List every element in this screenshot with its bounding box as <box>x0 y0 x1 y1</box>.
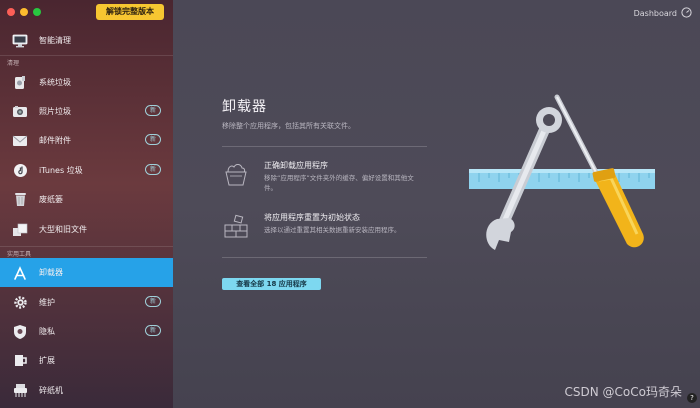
app-store-icon <box>12 265 28 281</box>
feature-title: 将应用程序重置为初始状态 <box>264 213 360 222</box>
sidebar-item-label: 废纸篓 <box>39 195 63 204</box>
new-badge: 新 <box>145 105 161 116</box>
system-junk-icon <box>12 75 28 91</box>
sidebar-item-shredder[interactable]: 碎纸机 <box>0 376 173 405</box>
mail-icon <box>12 133 28 149</box>
gear-icon <box>12 295 28 311</box>
sidebar-item-label: 邮件附件 <box>39 136 71 145</box>
photo-junk-icon <box>12 104 28 120</box>
sidebar-item-label: iTunes 垃圾 <box>39 166 83 175</box>
dashboard-link[interactable]: Dashboard <box>634 7 692 20</box>
music-note-icon <box>12 163 28 179</box>
new-badge: 新 <box>145 134 161 145</box>
zoom-button[interactable] <box>33 8 41 16</box>
divider <box>222 146 427 147</box>
sidebar-item-label: 智能清理 <box>39 36 71 45</box>
sidebar-item-large-old-files[interactable]: 大型和旧文件 <box>0 215 173 244</box>
feature-reset: 将应用程序重置为初始状态 选择以通过重置其相关数据重新安装应用程序。 <box>222 212 432 246</box>
page-subtitle: 移除整个应用程序，包括其所有关联文件。 <box>222 122 355 130</box>
page-title: 卸载器 <box>222 99 267 115</box>
feature-description: 选择以通过重置其相关数据重新安装应用程序。 <box>264 226 401 234</box>
sidebar-item-photo-junk[interactable]: 照片垃圾 新 <box>0 97 173 126</box>
sidebar-item-itunes-junk[interactable]: iTunes 垃圾 新 <box>0 156 173 185</box>
sidebar-item-extensions[interactable]: 扩展 <box>0 346 173 375</box>
divider <box>0 246 173 247</box>
window-controls <box>7 8 41 16</box>
help-icon[interactable]: ? <box>687 393 697 403</box>
file-boxes-icon <box>12 222 28 238</box>
section-heading-tools: 实用工具 <box>7 251 32 258</box>
sidebar-item-label: 维护 <box>39 298 55 307</box>
dashboard-label: Dashboard <box>633 9 677 18</box>
watermark: CSDN @CoCo玛奇朵 <box>564 385 682 399</box>
section-heading-clean: 清理 <box>7 60 20 67</box>
sidebar-item-mail-attachments[interactable]: 邮件附件 新 <box>0 126 173 155</box>
monitor-icon <box>12 33 28 49</box>
sidebar-item-privacy[interactable]: 隐私 新 <box>0 317 173 346</box>
sidebar-item-label: 碎纸机 <box>39 386 63 395</box>
sidebar-item-label: 扩展 <box>39 356 55 365</box>
main-panel: Dashboard 卸载器 移除整个应用程序，包括其所有关联文件。 正确卸载应用… <box>173 0 700 408</box>
sidebar-item-trash[interactable]: 废纸篓 <box>0 185 173 214</box>
sidebar-item-smart-clean[interactable]: 智能清理 <box>0 26 173 55</box>
sidebar-item-label: 卸载器 <box>39 268 63 277</box>
minimize-button[interactable] <box>20 8 28 16</box>
sidebar-item-label: 照片垃圾 <box>39 107 71 116</box>
ruler-icon <box>469 169 655 189</box>
divider <box>222 257 427 258</box>
sidebar-item-label: 大型和旧文件 <box>39 225 87 234</box>
sidebar-item-label: 系统垃圾 <box>39 78 71 87</box>
bricks-icon <box>222 212 250 240</box>
sidebar: 解锁完整版本 智能清理 清理 系统垃圾 照片垃圾 新 邮件附件 新 iTunes… <box>0 0 173 408</box>
unlock-full-version-button[interactable]: 解锁完整版本 <box>96 4 164 20</box>
trash-icon <box>12 192 28 208</box>
new-badge: 新 <box>145 325 161 336</box>
view-all-apps-button[interactable]: 查看全部 18 应用程序 <box>222 278 321 290</box>
sidebar-item-uninstaller[interactable]: 卸载器 <box>0 258 173 287</box>
extension-icon <box>12 353 28 369</box>
sidebar-item-system-junk[interactable]: 系统垃圾 <box>0 68 173 97</box>
shield-icon <box>12 324 28 340</box>
basket-icon <box>222 160 250 188</box>
feature-title: 正确卸载应用程序 <box>264 161 328 170</box>
new-badge: 新 <box>145 296 161 307</box>
tools-illustration <box>469 92 659 262</box>
divider <box>0 55 173 56</box>
speedometer-icon <box>681 7 692 20</box>
feature-uninstall: 正确卸载应用程序 移除“应用程序”文件夹外的缓存、偏好设置和其他文件。 <box>222 160 432 194</box>
close-button[interactable] <box>7 8 15 16</box>
feature-description: 移除“应用程序”文件夹外的缓存、偏好设置和其他文件。 <box>264 174 414 192</box>
sidebar-item-label: 隐私 <box>39 327 55 336</box>
shredder-icon <box>12 383 28 399</box>
sidebar-item-maintenance[interactable]: 维护 新 <box>0 288 173 317</box>
new-badge: 新 <box>145 164 161 175</box>
